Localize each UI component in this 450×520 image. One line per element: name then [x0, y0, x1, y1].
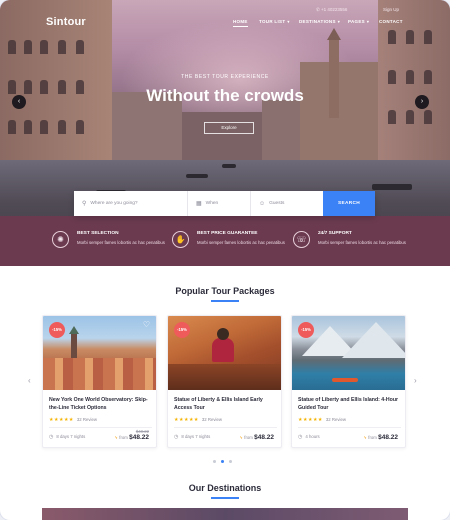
site-logo[interactable]: Sintour	[46, 16, 86, 28]
price-prefix: from	[119, 435, 128, 440]
calendar-icon: ▦	[196, 201, 202, 207]
price-value: $48.22	[254, 434, 274, 441]
search-bar: ⚲ Where are you going? ▦ When ☺ Guests SEAR…	[74, 191, 375, 216]
clock-icon: ◷	[174, 434, 179, 440]
where-input[interactable]: ⚲ Where are you going?	[74, 191, 188, 216]
signup-link[interactable]: Sign Up	[383, 7, 399, 12]
review-count: 32 Review	[325, 417, 346, 422]
carousel-dot-active[interactable]	[221, 460, 224, 463]
phone-link[interactable]: ✆ +1 40223556	[316, 7, 347, 13]
features-band: ✺ BEST SELECTION Morbi semper fames lobo…	[0, 216, 450, 266]
guests-icon: ☺	[259, 200, 266, 207]
duration-text: 8 days 7 nights	[181, 434, 211, 439]
discount-badge: -15%	[49, 322, 65, 338]
card-divider	[49, 427, 152, 428]
chevron-left-icon[interactable]: ‹	[28, 376, 31, 385]
chevron-left-icon[interactable]: ‹	[12, 95, 26, 109]
tour-card[interactable]: -15% ♡ New York One World Observatory: S…	[42, 315, 157, 448]
compass-icon: ✺	[52, 231, 69, 248]
tour-price: ϟ from $48.22	[240, 434, 274, 441]
price-value: $48.22	[129, 434, 149, 441]
chevron-down-icon: ▾	[366, 19, 370, 24]
guests-input[interactable]: ☺ Guests	[251, 191, 323, 216]
top-navigation: Sintour ✆ +1 40223556 Sign Up HOME TOUR …	[0, 0, 450, 46]
clock-icon: ◷	[298, 434, 303, 440]
nav-pages[interactable]: PAGES ▾	[348, 19, 369, 24]
where-placeholder: Where are you going?	[90, 201, 138, 206]
nav-label: CONTACT	[379, 19, 403, 24]
carousel-dot[interactable]	[229, 460, 232, 463]
explore-button[interactable]: Explore	[204, 122, 254, 134]
guests-placeholder: Guests	[269, 201, 285, 206]
hero-eyebrow: THE BEST TOUR EXPERIENCE	[181, 74, 269, 80]
card-divider	[174, 427, 277, 428]
page: Sintour ✆ +1 40223556 Sign Up HOME TOUR …	[0, 0, 450, 520]
tour-card[interactable]: -15% Statue of Liberty & Ellis Island Ea…	[167, 315, 282, 448]
price-prefix: from	[244, 435, 253, 440]
star-rating: ★★★★★ 32 Review	[298, 417, 346, 423]
review-count: 32 Review	[76, 417, 97, 422]
nav-tour-list[interactable]: TOUR LIST ▾	[259, 19, 290, 24]
discount-badge: -15%	[298, 322, 314, 338]
phone-number: +1 40223556	[321, 7, 348, 12]
tour-price: ϟ from $48.22	[364, 434, 398, 441]
tour-duration: ◷ 8 days 7 nights	[49, 434, 85, 440]
tour-duration: ◷ 8 days 7 nights	[174, 434, 210, 440]
price-prefix: from	[368, 435, 377, 440]
clock-icon: ◷	[49, 434, 54, 440]
nav-home[interactable]: HOME	[233, 19, 248, 27]
nav-contact[interactable]: CONTACT	[379, 19, 403, 24]
chevron-down-icon: ▾	[337, 19, 341, 24]
feature-desc: Morbi semper fames lobortis ac hac penat…	[77, 240, 165, 245]
discount-badge: -15%	[174, 322, 190, 338]
lightning-icon: ϟ	[364, 435, 367, 440]
tour-card[interactable]: -15% Statue of Liberty and Ellis Island:…	[291, 315, 406, 448]
feature-title: BEST SELECTION	[77, 231, 119, 236]
when-input[interactable]: ▦ When	[188, 191, 251, 216]
feature-desc: Morbi semper fames lobortis ac hac penat…	[318, 240, 406, 245]
lightning-icon: ϟ	[240, 435, 243, 440]
hero-headline: Without the crowds	[146, 86, 304, 105]
chevron-right-icon[interactable]: ›	[415, 95, 429, 109]
tour-title[interactable]: New York One World Observatory: Skip-the…	[49, 396, 153, 412]
chevron-right-icon[interactable]: ›	[414, 376, 417, 385]
location-pin-icon: ⚲	[82, 201, 87, 207]
support-icon: ☏	[293, 231, 310, 248]
section-underline	[211, 300, 239, 302]
heart-icon[interactable]: ♡	[143, 320, 150, 329]
review-count: 32 Review	[201, 417, 222, 422]
price-value: $48.22	[378, 434, 398, 441]
chevron-down-icon: ▾	[287, 19, 290, 24]
section-title-packages: Popular Tour Packages	[175, 286, 275, 296]
duration-text: 8 days 7 nights	[56, 434, 86, 439]
lightning-icon: ϟ	[115, 435, 118, 440]
star-rating: ★★★★★ 32 Review	[49, 417, 97, 423]
feature-desc: Morbi semper fames lobortis ac hac penat…	[197, 240, 285, 245]
carousel-dots	[213, 460, 232, 463]
tour-duration: ◷ 4 hours	[298, 434, 320, 440]
nav-label: PAGES	[348, 19, 365, 24]
nav-label: HOME	[233, 19, 248, 24]
tour-title[interactable]: Statue of Liberty and Ellis Island: 4-Ho…	[298, 396, 402, 412]
feature-title: BEST PRICE GUARANTEE	[197, 231, 258, 236]
hand-money-icon: ✋	[172, 231, 189, 248]
search-button[interactable]: SEARCH	[323, 191, 375, 216]
card-divider	[298, 427, 401, 428]
when-placeholder: When	[205, 201, 219, 206]
section-underline	[211, 497, 239, 499]
section-title-destinations: Our Destinations	[188, 483, 262, 493]
destination-image-strip[interactable]	[42, 508, 408, 520]
nav-label: DESTINATIONS	[299, 19, 336, 24]
duration-text: 4 hours	[305, 434, 320, 439]
tour-title[interactable]: Statue of Liberty & Ellis Island Early A…	[174, 396, 278, 412]
tour-price: ϟ from $48.22	[115, 434, 149, 441]
nav-destinations[interactable]: DESTINATIONS ▾	[299, 19, 340, 24]
nav-label: TOUR LIST	[259, 19, 286, 24]
feature-title: 24/7 SUPPORT	[318, 231, 352, 236]
carousel-dot[interactable]	[213, 460, 216, 463]
star-rating: ★★★★★ 32 Review	[174, 417, 222, 423]
